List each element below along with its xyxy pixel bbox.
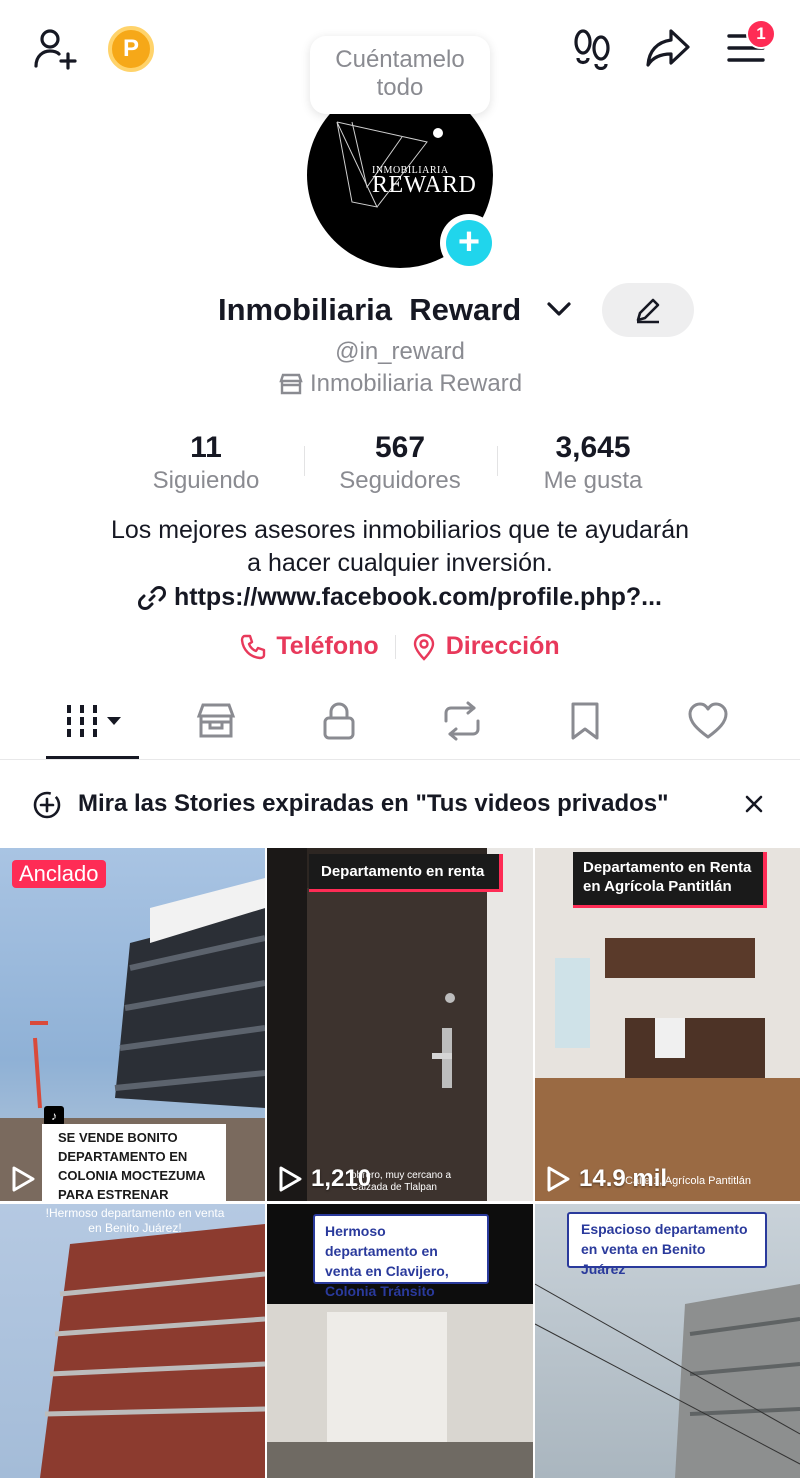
video-grid: Anclado ♪ SE VENDE BONITO DEPARTAMENTO E…: [0, 848, 800, 1478]
following-count: 11: [190, 431, 222, 464]
likes-count: 3,645: [555, 431, 631, 464]
lock-icon: [323, 702, 355, 740]
chevron-down-icon[interactable]: [546, 298, 572, 325]
address-label: Dirección: [445, 632, 560, 660]
business-name: Inmobiliaria Reward: [309, 370, 523, 397]
profile-name[interactable]: Inmobiliaria Reward: [218, 292, 521, 328]
phone-label: Teléfono: [276, 632, 379, 660]
tab-videos[interactable]: [62, 698, 126, 744]
location-pin-icon: [413, 633, 434, 661]
video-caption: Departamento en renta: [309, 854, 503, 892]
video-caption: Espacioso departamento en venta en Benit…: [567, 1212, 767, 1277]
tab-reposts[interactable]: [432, 698, 492, 744]
video-thumbnail[interactable]: Hermoso departamento en venta en Clavije…: [267, 1204, 533, 1478]
tab-saved[interactable]: [555, 698, 615, 744]
video-thumbnail[interactable]: Departamento en Renta en Agrícola Pantit…: [535, 848, 800, 1201]
tab-shop[interactable]: [186, 698, 246, 744]
stat-followers[interactable]: 567 Seguidores: [305, 430, 495, 496]
bio-line-2: a hacer cualquier inversión.: [247, 549, 553, 577]
heart-icon: [688, 702, 728, 739]
video-caption: Departamento en Renta en Agrícola Pantit…: [573, 852, 767, 908]
link-text: https://www.facebook.com/profile.php?...: [174, 583, 662, 611]
profile-tabs: [0, 690, 800, 760]
status-bubble[interactable]: Cuéntamelo todo: [310, 36, 490, 114]
contact-row: Teléfono Dirección: [0, 632, 800, 661]
stories-notice[interactable]: Mira las Stories expiradas en "Tus video…: [0, 780, 800, 830]
following-label: Siguiendo: [152, 467, 260, 494]
address-button[interactable]: Dirección: [412, 632, 560, 661]
business-category[interactable]: Inmobiliaria Reward: [0, 370, 800, 398]
bio-line-1: Los mejores asesores inmobiliarios que t…: [110, 516, 690, 544]
video-caption: Hermoso departamento en venta en Clavije…: [313, 1214, 489, 1299]
followers-count: 567: [374, 431, 426, 464]
profile-bio: Los mejores asesores inmobiliarios que t…: [0, 514, 800, 580]
play-icon: [12, 1166, 35, 1192]
video-thumbnail[interactable]: !Hermoso departamento en venta en Benito…: [0, 1204, 265, 1478]
profile-handle: @in_reward: [335, 338, 465, 365]
view-count: 1,210: [277, 1165, 371, 1193]
followers-label: Seguidores: [339, 467, 461, 494]
add-story-button[interactable]: +: [440, 214, 498, 272]
video-caption: !Hermoso departamento en venta en Benito…: [45, 1206, 225, 1235]
contact-divider: [394, 634, 396, 659]
repost-icon: [444, 701, 480, 741]
edit-profile-button[interactable]: [602, 283, 694, 337]
link-icon: [138, 585, 166, 610]
videos-grid-icon: [67, 705, 121, 737]
profile-stats: 11 Siguiendo 567 Seguidores 3,645 Me gus…: [0, 430, 800, 500]
video-caption: SE VENDE BONITO DEPARTAMENTO EN COLONIA …: [42, 1124, 226, 1201]
video-thumbnail[interactable]: Espacioso departamento en venta en Benit…: [535, 1204, 800, 1478]
bio-link[interactable]: https://www.facebook.com/profile.php?...: [0, 583, 800, 612]
close-icon[interactable]: [744, 794, 764, 814]
likes-label: Me gusta: [543, 467, 643, 494]
name-row: Inmobiliaria Reward: [0, 283, 800, 337]
store-icon: [279, 373, 303, 395]
shop-icon: [196, 703, 236, 738]
tab-private[interactable]: [309, 698, 369, 744]
active-tab-indicator: [46, 756, 139, 759]
coin-icon[interactable]: P: [108, 26, 154, 72]
phone-icon: [241, 634, 266, 659]
footprints-icon[interactable]: [570, 26, 614, 72]
bubble-line-2: todo: [376, 74, 424, 101]
view-count: 14.9 mil: [545, 1165, 667, 1193]
play-icon: [547, 1166, 570, 1192]
stat-following[interactable]: 11 Siguiendo: [111, 430, 301, 496]
video-thumbnail[interactable]: Anclado ♪ SE VENDE BONITO DEPARTAMENTO E…: [0, 848, 265, 1201]
red-building-photo: [40, 1224, 265, 1478]
share-arrow-icon[interactable]: [644, 24, 692, 72]
video-thumbnail[interactable]: Departamento en renta obrero, muy cercan…: [267, 848, 533, 1201]
bubble-tail: [433, 128, 443, 138]
pencil-icon: [636, 298, 660, 324]
pinned-badge: Anclado: [12, 860, 106, 888]
tiktok-logo-icon: ♪: [44, 1106, 64, 1126]
tab-liked[interactable]: [678, 698, 738, 744]
avatar-logo-big: REWARD: [372, 172, 477, 198]
add-friend-icon[interactable]: [30, 24, 80, 74]
door-photo: [267, 848, 533, 1201]
coin-letter: P: [122, 35, 139, 62]
phone-button[interactable]: Teléfono: [240, 632, 379, 661]
notification-badge: 1: [746, 19, 776, 49]
stories-notice-text: Mira las Stories expiradas en "Tus video…: [78, 790, 669, 817]
plus-icon: +: [446, 220, 492, 266]
bookmark-icon: [571, 702, 599, 740]
bubble-line-1: Cuéntamelo: [335, 46, 465, 73]
stories-plus-icon: [33, 791, 61, 819]
stat-likes[interactable]: 3,645 Me gusta: [498, 430, 688, 496]
view-count: [10, 1165, 44, 1193]
play-icon: [279, 1166, 302, 1192]
